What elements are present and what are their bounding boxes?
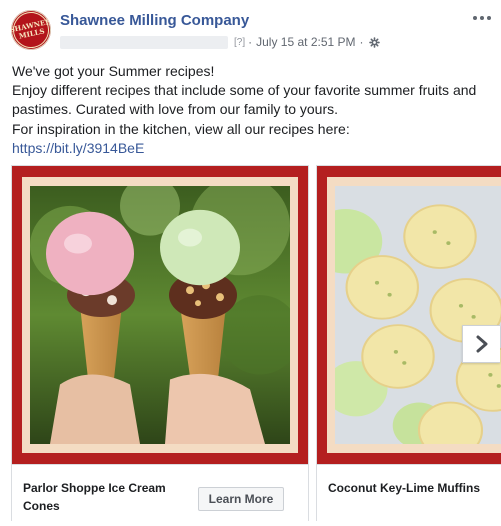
card-title[interactable]: Parlor Shoppe Ice Cream Cones	[23, 479, 203, 515]
dot-icon	[480, 16, 484, 20]
page-name-link[interactable]: Shawnee Milling Company	[60, 12, 249, 29]
meta-unknown: [?]	[234, 36, 246, 48]
post-text-line: We've got your Summer recipes!	[12, 63, 215, 79]
dot-icon	[487, 16, 491, 20]
page-avatar[interactable]: SHAWNEE MILLS	[11, 10, 51, 50]
post-text-line: Enjoy different recipes that include som…	[12, 82, 477, 118]
redacted-block	[60, 35, 228, 49]
card-footer: Coconut Key-Lime Muffins	[317, 464, 501, 523]
post-header: SHAWNEE MILLS Shawnee Milling Company [?…	[0, 0, 501, 60]
recipes-link[interactable]: https://bit.ly/3914BeE	[12, 140, 144, 156]
learn-more-button[interactable]: Learn More	[198, 487, 284, 511]
more-options-button[interactable]	[470, 8, 494, 28]
ice-cream-cones-photo[interactable]	[30, 186, 290, 444]
carousel-next-button[interactable]	[462, 325, 500, 363]
chevron-right-icon	[476, 335, 487, 353]
meta-separator-1: ·	[248, 35, 253, 49]
post-text-line: For inspiration in the kitchen, view all…	[12, 120, 350, 137]
card-title[interactable]: Coconut Key-Lime Muffins	[328, 479, 501, 497]
carousel-card[interactable]: Parlor Shoppe Ice Cream Cones	[11, 165, 309, 523]
key-lime-muffins-photo[interactable]	[335, 186, 501, 444]
photo-frame	[12, 166, 308, 464]
post-meta: [?] · July 15 at 2:51 PM ·	[60, 34, 380, 50]
post-timestamp[interactable]: July 15 at 2:51 PM	[256, 35, 355, 49]
dot-icon	[473, 16, 477, 20]
photo-frame	[317, 166, 501, 464]
recipe-carousel: Parlor Shoppe Ice Cream Cones Learn More	[0, 165, 501, 526]
meta-separator-2: ·	[359, 35, 364, 49]
gear-icon[interactable]	[368, 36, 380, 48]
post-text: We've got your Summer recipes! Enjoy dif…	[12, 62, 492, 158]
logo-text: SHAWNEE MILLS	[11, 10, 51, 50]
